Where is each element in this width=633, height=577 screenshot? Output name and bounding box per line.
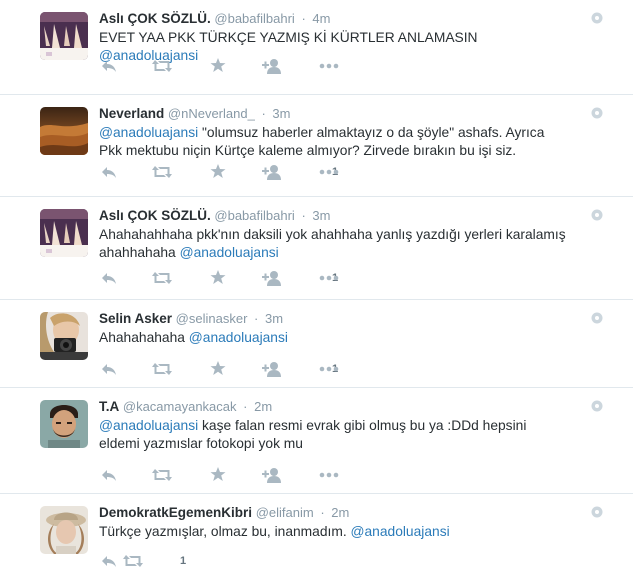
user-handle[interactable]: @selinasker [176,311,248,326]
more-icon[interactable] [318,360,340,380]
tweet-body: Ahahahahaha [99,330,189,345]
follow-icon[interactable] [262,57,284,77]
tweet-header: Selin Asker @selinasker · 3m [99,310,283,328]
user-fullname[interactable]: Neverland [99,106,164,121]
tweet-text: Türkçe yazmışlar, olmaz bu, inanmadım. @… [99,523,569,541]
more-icon[interactable] [318,466,340,486]
tweet-text: @anadoluajansi kaşe falan resmi evrak gi… [99,417,569,453]
tweet-timestamp[interactable]: 3m [265,311,283,326]
mention-link[interactable]: @anadoluajansi [180,245,279,260]
favorite-icon[interactable] [210,269,226,289]
favorite-icon[interactable] [210,360,226,380]
tweet-header: Neverland @nNeverland_ · 3m [99,105,290,123]
more-icon[interactable] [318,269,340,289]
mention-link[interactable]: @anadoluajansi [99,125,198,140]
gear-icon[interactable] [591,107,603,119]
tweet-item[interactable]: DemokratkEgemenKibri @elifanim · 2m Türk… [0,494,633,577]
reply-icon[interactable] [100,163,118,183]
tweet-body: Ahahahahhaha pkk'nın daksili yok ahahhah… [99,227,566,260]
tweet-item[interactable]: Aslı ÇOK SÖZLÜ. @babafilbahri · 4m EVET … [0,0,633,95]
separator-dot: · [261,106,266,121]
favorite-count: 1 [180,555,187,567]
follow-icon[interactable] [262,360,284,380]
tweet-header: T.A @kacamayankacak · 2m [99,398,272,416]
tweet-timestamp[interactable]: 3m [272,106,290,121]
tweet-body: EVET YAA PKK TÜRKÇE YAZMIŞ Kİ KÜRTLER AN… [99,30,478,45]
separator-dot: · [254,311,259,326]
gear-icon[interactable] [591,506,603,518]
reply-icon[interactable] [100,552,118,572]
gear-icon[interactable] [591,12,603,24]
mention-link[interactable]: @anadoluajansi [99,418,198,433]
user-fullname[interactable]: Selin Asker [99,311,172,326]
separator-dot: · [243,399,248,414]
tweet-item[interactable]: Neverland @nNeverland_ · 3m @anadoluajan… [0,95,633,197]
user-handle[interactable]: @babafilbahri [214,208,294,223]
avatar[interactable] [40,12,88,60]
retweet-icon[interactable] [151,163,173,183]
user-fullname[interactable]: T.A [99,399,119,414]
more-icon[interactable] [318,57,340,77]
tweet-header: DemokratkEgemenKibri @elifanim · 2m [99,504,349,522]
tweet-item[interactable]: T.A @kacamayankacak · 2m @anadoluajansi … [0,388,633,494]
favorite-icon[interactable] [210,57,226,77]
reply-icon[interactable] [100,360,118,380]
follow-icon[interactable] [262,466,284,486]
separator-dot: · [301,11,306,26]
mention-link[interactable]: @anadoluajansi [189,330,288,345]
tweet-timestamp[interactable]: 4m [312,11,330,26]
user-fullname[interactable]: Aslı ÇOK SÖZLÜ. [99,208,211,223]
reply-icon[interactable] [100,466,118,486]
follow-icon[interactable] [262,269,284,289]
user-handle[interactable]: @babafilbahri [214,11,294,26]
separator-dot: · [301,208,306,223]
reply-icon[interactable] [100,269,118,289]
user-fullname[interactable]: DemokratkEgemenKibri [99,505,252,520]
tweet-timestamp[interactable]: 3m [312,208,330,223]
avatar[interactable] [40,209,88,257]
separator-dot: · [320,505,325,520]
avatar[interactable] [40,107,88,155]
tweet-header: Aslı ÇOK SÖZLÜ. @babafilbahri · 4m [99,10,330,28]
gear-icon[interactable] [591,400,603,412]
tweet-item[interactable]: Selin Asker @selinasker · 3m Ahahahahaha… [0,300,633,388]
user-handle[interactable]: @kacamayankacak [123,399,237,414]
tweet-text: Ahahahahaha @anadoluajansi [99,329,569,347]
tweet-timestamp[interactable]: 2m [254,399,272,414]
mention-link[interactable]: @anadoluajansi [351,524,450,539]
retweet-icon[interactable] [151,466,173,486]
tweet-text: @anadoluajansi "olumsuz haberler almakta… [99,124,569,160]
avatar[interactable] [40,400,88,448]
tweet-item[interactable]: Aslı ÇOK SÖZLÜ. @babafilbahri · 3m Ahaha… [0,197,633,300]
reply-icon[interactable] [100,57,118,77]
tweet-body: Türkçe yazmışlar, olmaz bu, inanmadım. [99,524,351,539]
tweet-text: Ahahahahhaha pkk'nın daksili yok ahahhah… [99,226,569,262]
avatar[interactable] [40,506,88,554]
gear-icon[interactable] [591,312,603,324]
retweet-icon[interactable] [151,360,173,380]
user-handle[interactable]: @elifanim [256,505,314,520]
more-icon[interactable] [318,163,340,183]
user-handle[interactable]: @nNeverland_ [168,106,255,121]
retweet-icon[interactable] [151,269,173,289]
retweet-icon[interactable] [151,57,173,77]
retweet-icon[interactable] [122,552,144,572]
favorite-icon[interactable] [210,163,226,183]
favorite-icon[interactable] [210,466,226,486]
follow-icon[interactable] [262,163,284,183]
user-fullname[interactable]: Aslı ÇOK SÖZLÜ. [99,11,211,26]
tweet-timeline: Aslı ÇOK SÖZLÜ. @babafilbahri · 4m EVET … [0,0,633,577]
tweet-timestamp[interactable]: 2m [331,505,349,520]
gear-icon[interactable] [591,209,603,221]
avatar[interactable] [40,312,88,360]
tweet-header: Aslı ÇOK SÖZLÜ. @babafilbahri · 3m [99,207,330,225]
